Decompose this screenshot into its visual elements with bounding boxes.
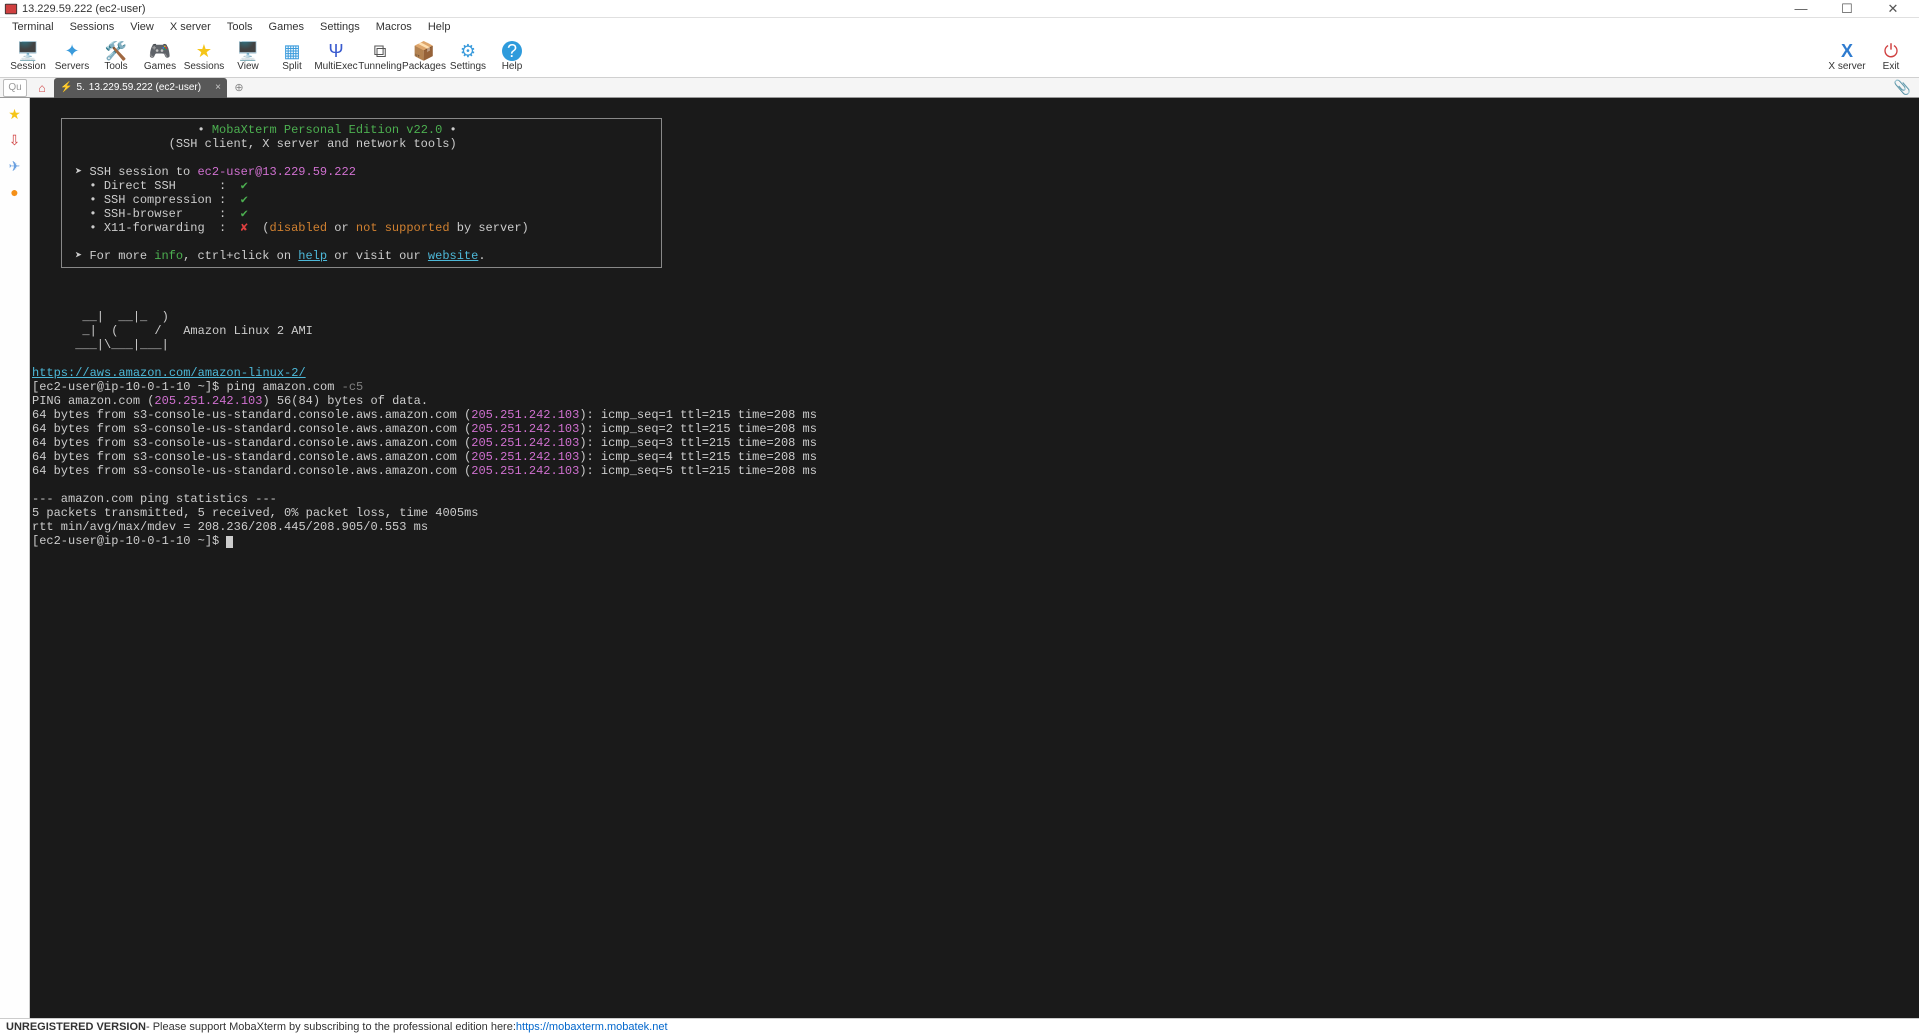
banner-subtitle: (SSH client, X server and network tools) — [169, 137, 457, 151]
ping-header: PING amazon.com (205.251.242.103) 56(84)… — [32, 394, 428, 408]
status-link[interactable]: https://mobaxterm.mobatek.net — [516, 1021, 668, 1033]
side-dot-icon[interactable]: ● — [5, 182, 25, 202]
ping-reply: 64 bytes from s3-console-us-standard.con… — [32, 436, 817, 450]
menu-view[interactable]: View — [122, 20, 162, 34]
tunneling-icon: ⧉ — [374, 41, 387, 61]
exit-icon: ⏻ — [1884, 41, 1898, 61]
prompt: [ec2-user@ip-10-0-1-10 ~]$ — [32, 534, 226, 548]
x-icon: ✘ — [241, 221, 248, 235]
star-icon: ★ — [196, 41, 212, 61]
minimize-button[interactable]: — — [1787, 1, 1815, 17]
ping-reply: 64 bytes from s3-console-us-standard.con… — [32, 408, 817, 422]
side-send-icon[interactable]: ✈ — [5, 156, 25, 176]
close-button[interactable]: ✕ — [1879, 1, 1907, 17]
status-bar: UNREGISTERED VERSION - Please support Mo… — [0, 1018, 1919, 1035]
menu-macros[interactable]: Macros — [368, 20, 420, 34]
check-icon: ✔ — [241, 207, 248, 221]
banner-title: MobaXterm Personal Edition v22.0 — [212, 123, 442, 137]
tool-split[interactable]: ▦Split — [270, 37, 314, 77]
check-icon: ✔ — [241, 179, 248, 193]
menu-bar: Terminal Sessions View X server Tools Ga… — [0, 18, 1919, 36]
quick-entry[interactable]: Qu — [3, 79, 27, 97]
tool-tunneling[interactable]: ⧉Tunneling — [358, 37, 402, 77]
new-tab-button[interactable]: ⊕ — [229, 81, 249, 94]
home-tab[interactable]: ⌂ — [30, 79, 54, 97]
ping-stats-line: 5 packets transmitted, 5 received, 0% pa… — [32, 506, 478, 520]
tab-close-icon[interactable]: × — [215, 82, 221, 93]
terminal[interactable]: • MobaXterm Personal Edition v22.0 • (SS… — [30, 98, 1919, 1018]
workspace: ★ ⇩ ✈ ● • MobaXterm Personal Edition v22… — [0, 98, 1919, 1018]
clip-icon[interactable]: 📎 — [1894, 79, 1911, 96]
tab-title: 13.229.59.222 (ec2-user) — [89, 82, 201, 93]
website-link[interactable]: website — [428, 249, 478, 263]
menu-tools[interactable]: Tools — [219, 20, 261, 34]
ascii-art: __| __|_ ) _| ( / Amazon Linux 2 AMI ___… — [32, 310, 313, 352]
menu-help[interactable]: Help — [420, 20, 459, 34]
ping-stats-line: rtt min/avg/max/mdev = 208.236/208.445/2… — [32, 520, 428, 534]
menu-settings[interactable]: Settings — [312, 20, 368, 34]
session-tab-active[interactable]: ⚡ 5. 13.229.59.222 (ec2-user) × — [54, 78, 227, 98]
help-link[interactable]: help — [298, 249, 327, 263]
session-icon: 🖥️ — [17, 41, 39, 61]
side-download-icon[interactable]: ⇩ — [5, 130, 25, 150]
banner-box: • MobaXterm Personal Edition v22.0 • (SS… — [32, 118, 1917, 282]
packages-icon: 📦 — [413, 41, 435, 61]
title-bar: 13.229.59.222 (ec2-user) — ☐ ✕ — [0, 0, 1919, 18]
tool-help[interactable]: ?Help — [490, 37, 534, 77]
window-title: 13.229.59.222 (ec2-user) — [22, 3, 1787, 15]
ssh-target: ec2-user@13.229.59.222 — [197, 165, 355, 179]
app-icon — [4, 2, 18, 16]
banner-ssh-line: ➤ SSH session to ec2-user@13.229.59.222 — [68, 165, 356, 179]
settings-icon: ⚙ — [460, 41, 476, 61]
menu-games[interactable]: Games — [261, 20, 312, 34]
tool-tools[interactable]: 🛠️Tools — [94, 37, 138, 77]
games-icon: 🎮 — [149, 41, 171, 61]
tool-sessions-star[interactable]: ★Sessions — [182, 37, 226, 77]
side-star-icon[interactable]: ★ — [5, 104, 25, 124]
amazon-linux-link[interactable]: https://aws.amazon.com/amazon-linux-2/ — [32, 366, 306, 380]
status-text: - Please support MobaXterm by subscribin… — [146, 1021, 516, 1033]
multiexec-icon: Ψ — [328, 41, 343, 61]
banner-info-line: ➤ For more info, ctrl+click on help or v… — [68, 249, 651, 263]
menu-terminal[interactable]: Terminal — [4, 20, 62, 34]
lightning-icon: ⚡ — [60, 82, 72, 93]
view-icon: 🖥️ — [237, 41, 259, 61]
command: ping amazon.com -c5 — [226, 380, 363, 394]
tool-xserver[interactable]: XX server — [1825, 37, 1869, 77]
prompt: [ec2-user@ip-10-0-1-10 ~]$ — [32, 380, 226, 394]
cursor — [226, 536, 233, 548]
split-icon: ▦ — [283, 41, 300, 61]
xserver-icon: X — [1841, 41, 1853, 61]
tool-settings[interactable]: ⚙Settings — [446, 37, 490, 77]
window-controls: — ☐ ✕ — [1787, 1, 1915, 17]
tool-servers[interactable]: ✦Servers — [50, 37, 94, 77]
tool-multiexec[interactable]: ΨMultiExec — [314, 37, 358, 77]
tool-exit[interactable]: ⏻Exit — [1869, 37, 1913, 77]
tab-strip: Qu ⌂ ⚡ 5. 13.229.59.222 (ec2-user) × ⊕ 📎 — [0, 78, 1919, 98]
help-icon: ? — [502, 41, 522, 61]
menu-sessions[interactable]: Sessions — [62, 20, 123, 34]
menu-xserver[interactable]: X server — [162, 20, 219, 34]
ping-reply: 64 bytes from s3-console-us-standard.con… — [32, 464, 817, 478]
ping-reply: 64 bytes from s3-console-us-standard.con… — [32, 450, 817, 464]
ping-reply: 64 bytes from s3-console-us-standard.con… — [32, 422, 817, 436]
maximize-button[interactable]: ☐ — [1833, 1, 1861, 17]
servers-icon: ✦ — [64, 41, 79, 61]
tool-session[interactable]: 🖥️Session — [6, 37, 50, 77]
tab-index: 5. — [76, 82, 84, 93]
check-icon: ✔ — [241, 193, 248, 207]
tool-games[interactable]: 🎮Games — [138, 37, 182, 77]
tool-view[interactable]: 🖥️View — [226, 37, 270, 77]
ping-stats-header: --- amazon.com ping statistics --- — [32, 492, 277, 506]
tools-icon: 🛠️ — [105, 41, 127, 61]
side-panel: ★ ⇩ ✈ ● — [0, 98, 30, 1018]
status-unregistered: UNREGISTERED VERSION — [6, 1021, 146, 1033]
tool-packages[interactable]: 📦Packages — [402, 37, 446, 77]
toolbar: 🖥️Session ✦Servers 🛠️Tools 🎮Games ★Sessi… — [0, 36, 1919, 78]
